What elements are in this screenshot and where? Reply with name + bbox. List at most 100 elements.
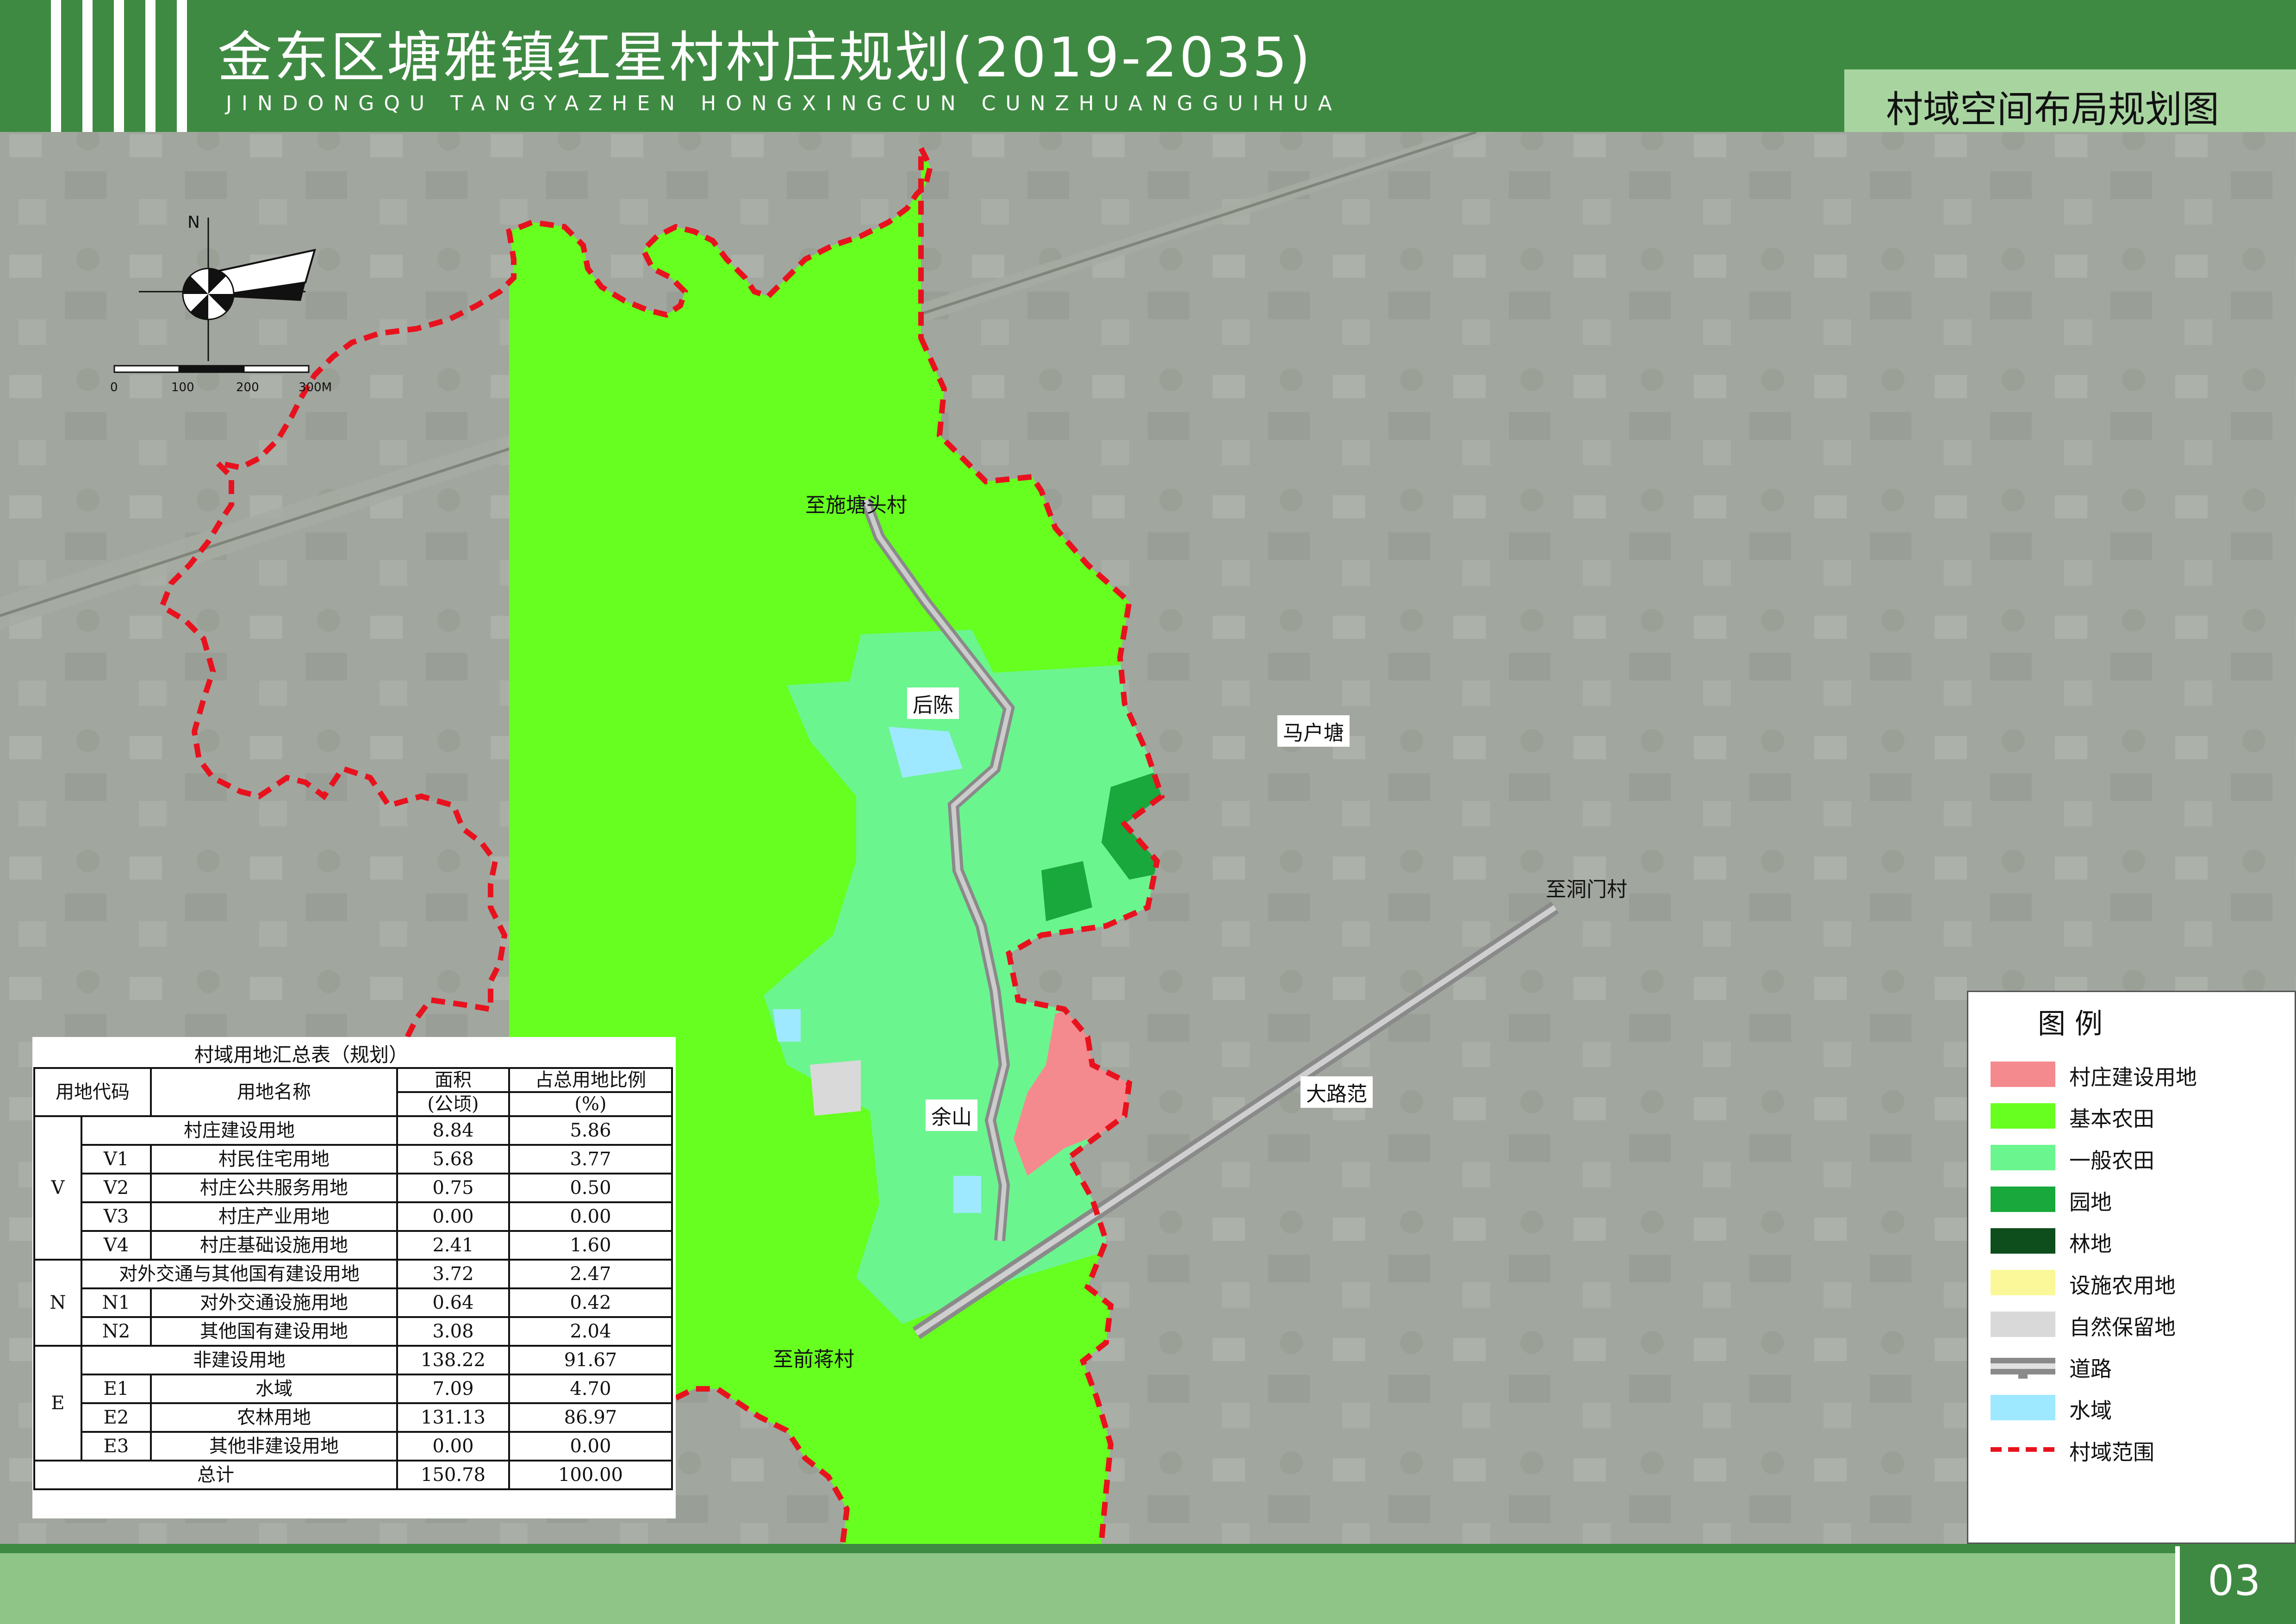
table-row: E1 水域 7.09 4.70 <box>34 1374 673 1404</box>
road-label: 至洞门村 <box>1546 878 1627 901</box>
page-subtitle: JINDONGQU TANGYAZHEN HONGXINGCUN CUNZHUA… <box>226 92 1342 115</box>
scale-label: 200 <box>236 381 259 394</box>
legend-label: 道路 <box>2069 1356 2112 1381</box>
row-code: N1 <box>81 1287 152 1318</box>
row-name: 村庄产业用地 <box>150 1201 398 1232</box>
table-row: E3 其他非建设用地 0.00 0.00 <box>34 1431 673 1462</box>
footer-bar <box>0 1544 2296 1624</box>
legend-swatch <box>1991 1312 2055 1337</box>
row-name: 其他非建设用地 <box>150 1431 398 1462</box>
legend-label: 一般农田 <box>2069 1148 2154 1173</box>
header-ratio: 占总用地比例 <box>508 1067 673 1093</box>
road-icon <box>1991 1358 2055 1379</box>
legend-label: 村域范围 <box>2069 1440 2154 1465</box>
row-ratio: 0.00 <box>508 1201 673 1232</box>
legend-label: 基本农田 <box>2069 1106 2154 1131</box>
map-title: 村域空间布局规划图 <box>1886 88 2219 131</box>
header-area-unit: (公顷) <box>396 1091 510 1117</box>
legend-item: 道路 <box>1991 1349 2287 1381</box>
header-area: 面积 <box>396 1067 510 1093</box>
scale-label: 0 <box>110 381 118 394</box>
legend-swatch <box>1991 1270 2055 1295</box>
total-label: 总计 <box>33 1460 398 1490</box>
place-label: 余山 <box>926 1099 977 1131</box>
row-code: E1 <box>81 1374 152 1404</box>
header-ratio-unit: (%) <box>508 1091 673 1117</box>
header-stripe <box>82 0 93 132</box>
legend-panel: 图例 村庄建设用地 基本农田 一般农田 园地 林地 设施农用地 自然保留地 道路 <box>1967 991 2296 1544</box>
header-stripe <box>177 0 187 132</box>
row-ratio: 0.42 <box>508 1287 673 1318</box>
row-code: V3 <box>81 1201 152 1232</box>
row-ratio: 4.70 <box>508 1374 673 1404</box>
row-name: 对外交通与其他国有建设用地 <box>81 1259 398 1289</box>
header-name: 用地名称 <box>150 1067 398 1117</box>
table-row: V 村庄建设用地 8.84 5.86 <box>33 1115 673 1261</box>
row-area: 0.00 <box>396 1431 510 1462</box>
header-stripe <box>114 0 124 132</box>
legend-swatch <box>1991 1395 2055 1420</box>
table-row: N 对外交通与其他国有建设用地 3.72 2.47 <box>33 1259 673 1347</box>
total-area: 150.78 <box>396 1460 510 1490</box>
row-area: 2.41 <box>396 1230 510 1261</box>
row-ratio: 5.86 <box>508 1115 673 1146</box>
legend-label: 村庄建设用地 <box>2069 1065 2197 1090</box>
row-code: E2 <box>81 1402 152 1433</box>
header-stripe <box>145 0 156 132</box>
legend-item: 林地 <box>1991 1224 2287 1256</box>
legend-label: 园地 <box>2069 1190 2112 1215</box>
legend-swatch <box>1991 1187 2055 1212</box>
row-ratio: 86.97 <box>508 1402 673 1433</box>
row-area: 3.08 <box>396 1316 510 1347</box>
legend-swatch <box>1991 1145 2055 1170</box>
row-ratio: 0.00 <box>508 1431 673 1462</box>
table-row: V2 村庄公共服务用地 0.75 0.50 <box>34 1173 673 1203</box>
table-total-row: 总计 150.78 100.00 <box>33 1460 673 1490</box>
legend-swatch <box>1991 1228 2055 1254</box>
page-title: 金东区塘雅镇红星村村庄规划(2019-2035) <box>218 25 1313 89</box>
row-name: 对外交通设施用地 <box>150 1287 398 1318</box>
row-name: 村庄公共服务用地 <box>150 1173 398 1203</box>
scale-bar <box>113 365 310 373</box>
row-ratio: 0.50 <box>508 1173 673 1203</box>
place-label: 马户塘 <box>1277 715 1350 747</box>
scale-label: 100 <box>171 381 194 394</box>
legend-label: 林地 <box>2069 1231 2112 1256</box>
page-number: 03 <box>2208 1556 2261 1605</box>
row-code: V2 <box>81 1173 152 1203</box>
row-area: 5.68 <box>396 1144 510 1174</box>
legend-item: 村域范围 <box>1991 1432 2287 1465</box>
row-name: 其他国有建设用地 <box>150 1316 398 1347</box>
legend-item: 设施农用地 <box>1991 1265 2287 1298</box>
row-name: 村庄基础设施用地 <box>150 1230 398 1261</box>
row-area: 0.75 <box>396 1173 510 1203</box>
road-label: 至施塘头村 <box>805 493 907 517</box>
group-code: V <box>33 1115 82 1261</box>
row-name: 农林用地 <box>150 1402 398 1433</box>
legend-label: 自然保留地 <box>2069 1315 2176 1340</box>
row-code: V1 <box>81 1144 152 1174</box>
row-ratio: 2.04 <box>508 1316 673 1347</box>
header-code: 用地代码 <box>33 1067 152 1117</box>
table-row: V1 村民住宅用地 5.68 3.77 <box>34 1144 673 1174</box>
table-row: E2 农林用地 131.13 86.97 <box>34 1402 673 1433</box>
table-header-row: 用地代码 用地名称 面积 占总用地比例 <box>33 1067 673 1117</box>
north-label: N <box>187 213 200 232</box>
row-area: 0.00 <box>396 1201 510 1232</box>
row-name: 村民住宅用地 <box>150 1144 398 1174</box>
land-use-table: 用地代码 用地名称 面积 占总用地比例 (公顷) (%) V 村庄建设用地 8.… <box>33 1067 673 1490</box>
scale-label: 300M <box>299 381 332 394</box>
legend-item: 园地 <box>1991 1182 2287 1215</box>
table-row: N2 其他国有建设用地 3.08 2.04 <box>34 1316 673 1347</box>
table-caption: 村域用地汇总表（规划） <box>194 1043 409 1066</box>
row-ratio: 1.60 <box>508 1230 673 1261</box>
legend-item: 水域 <box>1991 1390 2287 1423</box>
total-ratio: 100.00 <box>508 1460 673 1490</box>
legend-swatch <box>1991 1062 2055 1087</box>
place-label: 大路范 <box>1300 1076 1373 1108</box>
legend-item: 自然保留地 <box>1991 1307 2287 1340</box>
row-area: 0.64 <box>396 1287 510 1318</box>
legend-item: 村庄建设用地 <box>1991 1057 2287 1090</box>
table-row: V4 村庄基础设施用地 2.41 1.60 <box>34 1230 673 1261</box>
header-stripe <box>51 0 61 132</box>
